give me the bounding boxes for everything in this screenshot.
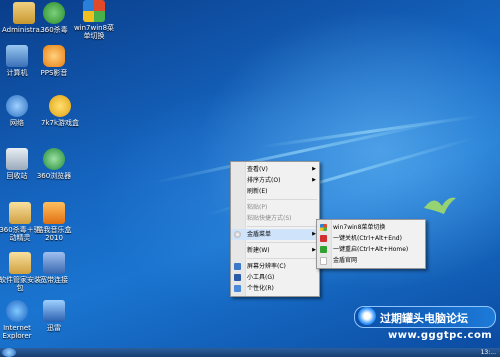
game-box-icon xyxy=(49,95,71,117)
menu-separator xyxy=(247,199,317,200)
submenu-item-shutdown[interactable]: 一键关机(Ctrl+Alt+End) xyxy=(317,233,425,244)
jindun-submenu: win7win8菜单切换 一键关机(Ctrl+Alt+End) 一键重启(Ctr… xyxy=(316,219,426,269)
menu-item-refresh[interactable]: 刷新(E) xyxy=(231,186,319,197)
pps-player-icon xyxy=(43,45,65,67)
menu-item-new[interactable]: 新建(W) ▶ xyxy=(231,245,319,256)
windows-flag-icon xyxy=(83,0,105,22)
network-connection-icon xyxy=(43,252,65,274)
desktop-icon-kuwo-music[interactable]: 酷我音乐盒2010 xyxy=(32,202,76,242)
restart-icon xyxy=(320,246,327,253)
menu-separator xyxy=(247,226,317,227)
computer-icon xyxy=(6,45,28,67)
desktop-icon-network[interactable]: 网络 xyxy=(0,95,39,127)
taskbar: 13:... xyxy=(0,348,500,357)
submenu-item-win7win8-switch[interactable]: win7win8菜单切换 xyxy=(317,222,425,233)
menu-item-personalize[interactable]: 个性化(R) xyxy=(231,283,319,294)
desktop-icon-win7win8-switch[interactable]: win7win8菜单切换 xyxy=(72,0,116,40)
shutdown-icon xyxy=(320,235,327,242)
menu-separator xyxy=(247,258,317,259)
recycle-bin-icon xyxy=(6,148,28,170)
desktop-icon-xunlei[interactable]: 迅雷 xyxy=(32,300,76,332)
desktop-icon-360-browser[interactable]: 360浏览器 xyxy=(32,148,76,180)
music-box-icon xyxy=(43,202,65,224)
desktop-icon-broadband[interactable]: 宽带连接 xyxy=(32,252,76,284)
folder-icon xyxy=(9,202,31,224)
network-globe-icon xyxy=(6,95,28,117)
menu-separator xyxy=(247,242,317,243)
website-icon xyxy=(320,257,327,265)
jindun-icon xyxy=(234,231,241,238)
submenu-arrow-icon: ▶ xyxy=(312,166,316,172)
watermark-title: 过期罐头电脑论坛 xyxy=(380,312,468,325)
menu-item-jindun[interactable]: 金盾菜单 ▶ xyxy=(231,229,319,240)
menu-item-gadgets[interactable]: 小工具(G) xyxy=(231,272,319,283)
switch-icon xyxy=(320,224,327,231)
desktop-icon-360-antivirus[interactable]: 360杀毒 xyxy=(32,2,76,34)
submenu-item-website[interactable]: 金盾官网 xyxy=(317,255,425,266)
menu-item-screen-resolution[interactable]: 屏幕分辨率(C) xyxy=(231,261,319,272)
personalize-icon xyxy=(234,285,241,292)
display-icon xyxy=(234,263,241,270)
submenu-arrow-icon: ▶ xyxy=(312,177,316,183)
desktop-icon-pps[interactable]: PPS影音 xyxy=(32,45,76,77)
desktop-icon-7k7k[interactable]: 7k7k游戏盒 xyxy=(38,95,82,127)
menu-item-sort-by[interactable]: 排序方式(O) ▶ xyxy=(231,175,319,186)
folder-icon xyxy=(9,252,31,274)
browser-globe-icon xyxy=(43,148,65,170)
watermark-logo-icon xyxy=(358,307,376,325)
menu-item-paste[interactable]: 粘贴(P) xyxy=(231,202,319,213)
ie-logo-icon xyxy=(6,300,28,322)
taskbar-clock[interactable]: 13:... xyxy=(481,348,496,357)
gadget-icon xyxy=(234,274,241,281)
watermark-url: www.gggtpc.com xyxy=(388,330,493,341)
menu-item-paste-shortcut[interactable]: 粘贴快捷方式(S) xyxy=(231,213,319,224)
shield-icon xyxy=(43,2,65,24)
start-button[interactable] xyxy=(2,348,16,357)
menu-item-view[interactable]: 查看(V) ▶ xyxy=(231,164,319,175)
submenu-item-restart[interactable]: 一键重启(Ctrl+Alt+Home) xyxy=(317,244,425,255)
bird-logo-icon xyxy=(424,197,456,214)
desktop-context-menu: 查看(V) ▶ 排序方式(O) ▶ 刷新(E) 粘贴(P) 粘贴快捷方式(S) 金盾… xyxy=(230,161,320,297)
desktop[interactable]: Administra... 360杀毒 win7win8菜单切换 计算机 PPS… xyxy=(0,0,500,357)
forum-watermark: 过期罐头电脑论坛 www.gggtpc.com xyxy=(352,300,500,348)
thunder-icon xyxy=(43,300,65,322)
